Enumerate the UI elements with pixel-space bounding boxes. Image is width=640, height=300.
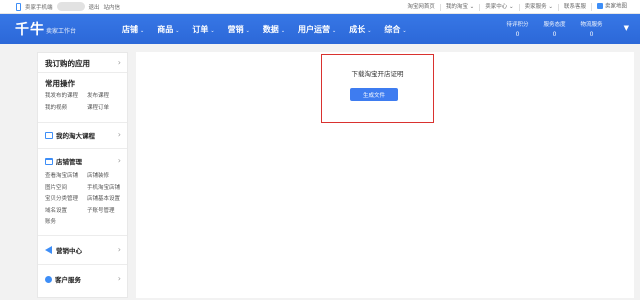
logout-link[interactable]: 退出 (89, 3, 100, 11)
sidebar-title: 营销中心 (56, 247, 82, 255)
link-mobile-shop[interactable]: 手机淘宝店铺 (87, 183, 131, 191)
customer-icon (45, 275, 52, 283)
sidebar-title: 客户服务 (55, 276, 81, 284)
link-shop-decoration[interactable]: 店铺装修 (87, 171, 131, 179)
shop-ratings: 待评积分 0 服务态度 0 物流服务 0 (499, 14, 610, 44)
sitemap-icon (596, 3, 603, 10)
nav-item-label: 用户运营 (298, 24, 331, 34)
shop-icon (45, 157, 53, 165)
course-icon (45, 131, 53, 139)
stat-label: 待评积分 (506, 22, 529, 28)
download-certificate-title: 下载淘宝开店证明 (351, 70, 404, 78)
generate-file-button[interactable]: 生成文件 (350, 88, 398, 101)
nav-item-label: 订单 (192, 24, 209, 34)
stat-value: 0 (552, 31, 557, 38)
sidebar-my-course[interactable]: 我的淘大课程 › (38, 123, 127, 149)
sidebar-title: 我的淘大课程 (56, 132, 95, 140)
link-my-courses[interactable]: 我发布的课程 (45, 91, 87, 99)
username-avatar[interactable] (56, 2, 85, 11)
link-image-space[interactable]: 图片空间 (45, 183, 87, 191)
sidebar-title: 店铺管理 (56, 158, 82, 166)
stat-label: 物流服务 (580, 22, 603, 28)
stat-value: 0 (515, 31, 520, 38)
chevron-down-icon: ⌄ (367, 27, 372, 34)
nav-item-label: 商品 (157, 24, 174, 34)
nav-item-label: 营销 (227, 24, 244, 34)
chevron-right-icon: › (117, 130, 121, 139)
nav-item-data[interactable]: 数据 ⌄ (263, 24, 285, 35)
contact-service-link[interactable]: 联系客服 (557, 3, 591, 11)
mobile-phone-icon (16, 2, 21, 11)
chevron-down-icon: ⌄ (140, 27, 145, 34)
link-course-orders[interactable]: 课程订单 (87, 103, 131, 111)
taobao-home-link[interactable]: 淘宝网首页 (402, 4, 440, 11)
chevron-down-icon: ⌄ (332, 27, 337, 34)
shop-links: 查看淘宝店铺 店铺装修 图片空间 手机淘宝店铺 宝贝分类管理 店铺基本设置 域名… (38, 169, 127, 228)
sidebar-my-apps[interactable]: 我订购的应用 › (38, 53, 127, 73)
chevron-down-icon: ⌄ (210, 27, 215, 34)
chevron-right-icon: › (117, 245, 121, 254)
top-utility-bar: 卖家手机端 退出 站内信 淘宝网首页 我的淘宝 ⌄ 卖家中心 ⌄ 卖家服务 ⌄ … (0, 0, 640, 14)
nav-item-user-ops[interactable]: 用户运营 ⌄ (298, 24, 336, 35)
chevron-down-icon: ⌄ (175, 27, 180, 34)
my-taobao-menu[interactable]: 我的淘宝 ⌄ (439, 3, 479, 11)
megaphone-icon (45, 246, 52, 254)
nav-item-label: 店铺 (122, 24, 138, 34)
seller-mobile-link[interactable]: 卖家手机端 (25, 3, 53, 11)
workbench-subtitle: 卖家工作台 (46, 28, 77, 35)
chevron-down-icon: ⌄ (402, 27, 407, 34)
sidebar-customer-service[interactable]: 客户服务 › (38, 265, 127, 293)
site-mail-link[interactable]: 站内信 (104, 3, 121, 11)
stat-service-attitude[interactable]: 服务态度 0 (536, 14, 573, 44)
nav-item-orders[interactable]: 订单 ⌄ (192, 24, 214, 35)
nav-item-label: 成长 (349, 24, 366, 34)
nav-item-goods[interactable]: 商品 ⌄ (157, 24, 179, 35)
sidebar: 我订购的应用 › 常用操作 我发布的课程 发布课程 我的视频 课程订单 我的淘大… (37, 52, 128, 298)
nav-item-marketing[interactable]: 营销 ⌄ (228, 24, 250, 35)
link-accounts[interactable]: 账务 (45, 217, 87, 225)
sidebar-title: 我订购的应用 (45, 59, 90, 68)
link-shop-settings[interactable]: 店铺基本设置 (87, 194, 131, 202)
stat-value: 0 (589, 31, 594, 38)
seller-map-link[interactable]: 卖家地图 (590, 3, 632, 11)
nav-item-shop[interactable]: 店铺 ⌄ (122, 24, 144, 35)
chevron-down-icon: ⌄ (245, 27, 250, 34)
stat-label: 服务态度 (543, 22, 566, 28)
link-subaccount-management[interactable]: 子账号管理 (87, 206, 131, 214)
main-navigation: 千牛 卖家工作台 店铺 ⌄ 商品 ⌄ 订单 ⌄ 营销 ⌄ 数据 ⌄ 用户运营 ⌄ 成长 ⌄ 综… (0, 14, 640, 44)
nav-menu: 店铺 ⌄ 商品 ⌄ 订单 ⌄ 营销 ⌄ 数据 ⌄ 用户运营 ⌄ 成长 ⌄ 综合 ⌄ (122, 14, 420, 44)
seller-center-menu[interactable]: 卖家中心 ⌄ (479, 3, 518, 11)
nav-item-label: 综合 (384, 24, 401, 34)
chevron-right-icon[interactable]: › (118, 156, 121, 165)
sidebar-shop-management: 店铺管理 › 查看淘宝店铺 店铺装修 图片空间 手机淘宝店铺 宝贝分类管理 店铺… (38, 149, 127, 236)
qianniu-logo[interactable]: 千牛 (15, 19, 45, 39)
sidebar-title: 常用操作 (45, 79, 75, 88)
chevron-down-icon[interactable]: ▼ (624, 24, 629, 32)
sidebar-marketing-center[interactable]: 营销中心 › (38, 236, 127, 265)
chevron-right-icon: › (117, 58, 121, 67)
stat-logistics-service[interactable]: 物流服务 0 (573, 14, 610, 44)
nav-item-general[interactable]: 综合 ⌄ (384, 24, 406, 35)
chevron-right-icon: › (117, 274, 121, 283)
nav-item-label: 数据 (262, 24, 279, 34)
link-my-videos[interactable]: 我的视频 (45, 103, 87, 111)
seller-map-label: 卖家地图 (604, 3, 627, 10)
sidebar-common-ops: 常用操作 我发布的课程 发布课程 我的视频 课程订单 (38, 73, 127, 123)
link-category-management[interactable]: 宝贝分类管理 (45, 194, 87, 202)
link-view-shop[interactable]: 查看淘宝店铺 (45, 171, 87, 179)
link-publish-course[interactable]: 发布课程 (87, 91, 131, 99)
chevron-down-icon: ⌄ (280, 27, 286, 34)
common-ops-links: 我发布的课程 发布课程 我的视频 课程订单 (38, 89, 127, 114)
nav-item-growth[interactable]: 成长 ⌄ (349, 24, 371, 35)
seller-service-menu[interactable]: 卖家服务 ⌄ (518, 3, 558, 11)
link-domain-settings[interactable]: 域名设置 (45, 206, 87, 214)
stat-pending-points[interactable]: 待评积分 0 (499, 14, 536, 44)
